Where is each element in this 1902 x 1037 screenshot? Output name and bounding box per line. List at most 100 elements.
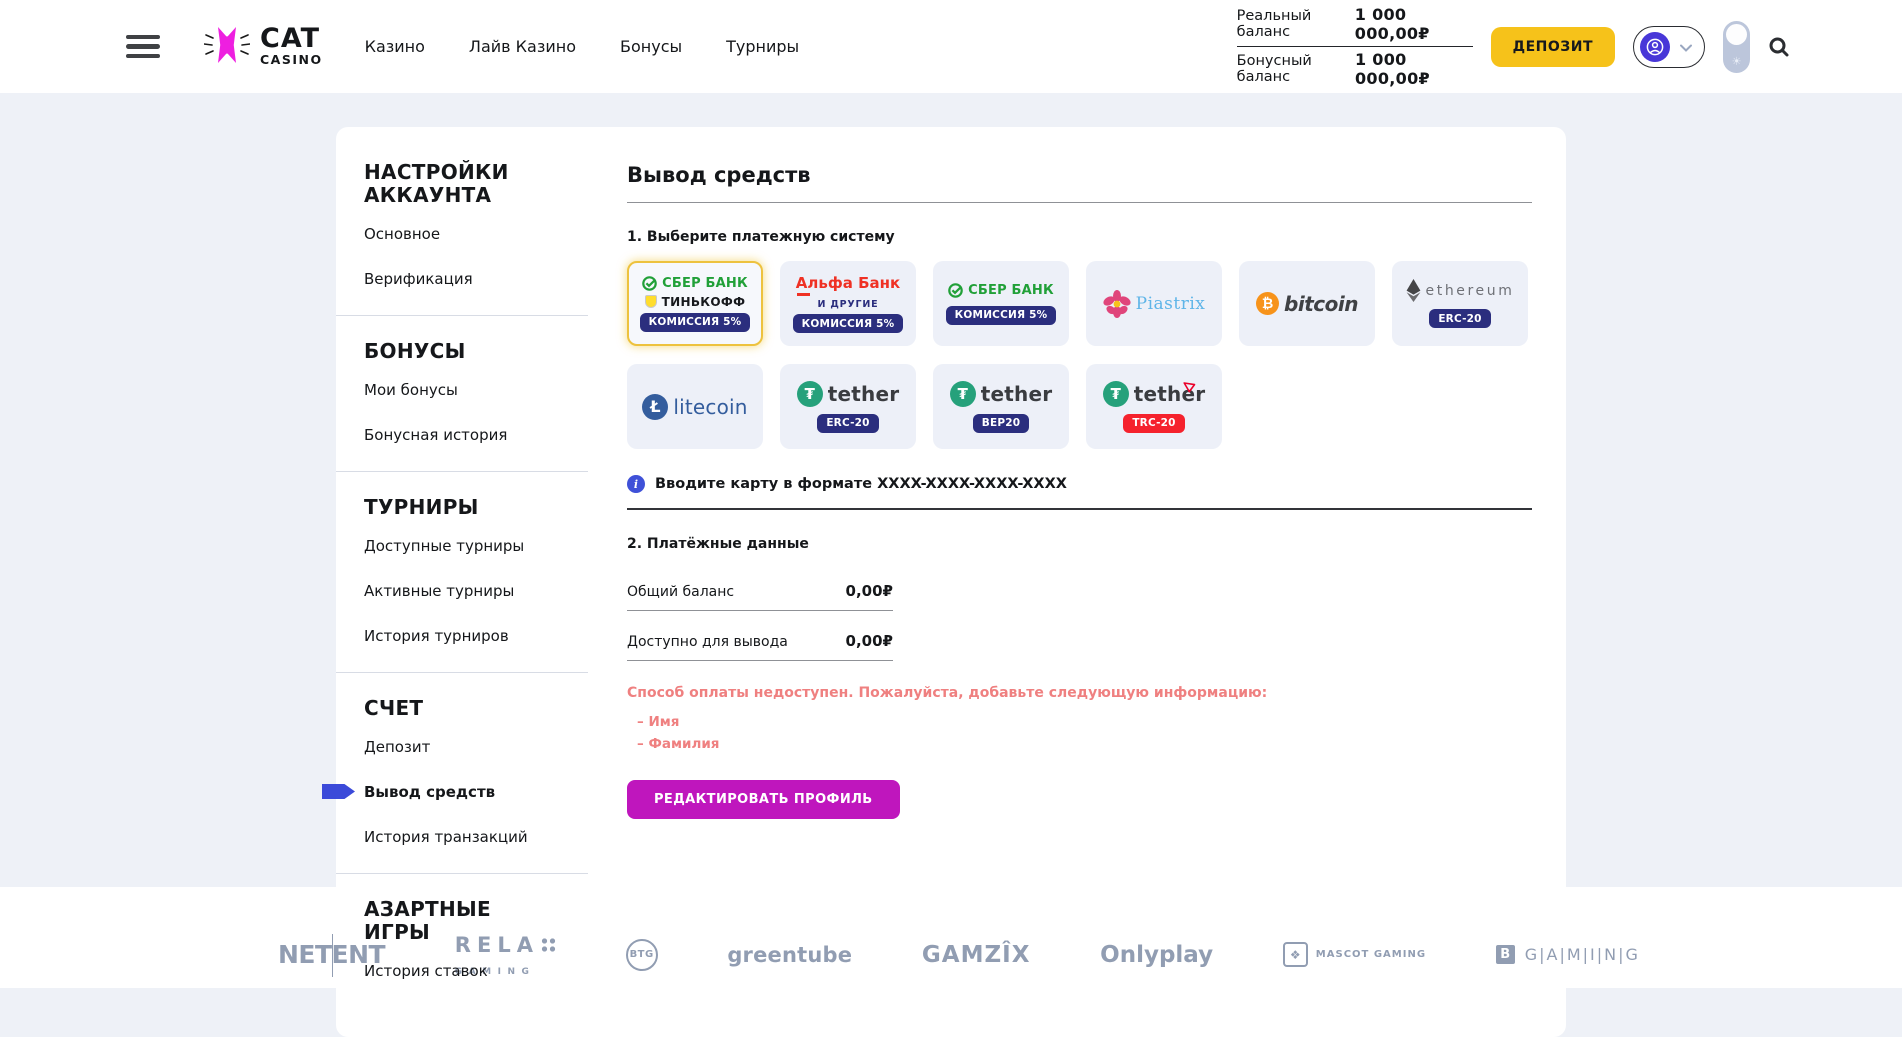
payment-card-sberbank[interactable]: СБЕР БАНК КОМИССИЯ 5% <box>933 261 1069 346</box>
payment-card-piastrix[interactable]: Piastrix <box>1086 261 1222 346</box>
sidebar-item-active-tournaments[interactable]: Активные турниры <box>364 582 590 600</box>
nav-item-bonuses[interactable]: Бонусы <box>620 37 682 56</box>
piastrix-flower-icon <box>1103 290 1131 318</box>
sidebar-item-available-tournaments[interactable]: Доступные турниры <box>364 537 590 555</box>
greentube-logo: greentube <box>727 943 852 967</box>
payment-card-sber-tinkoff[interactable]: СБЕР БАНК ТИНЬКОФФ КОМИССИЯ 5% <box>627 261 763 346</box>
header-right: Реальный баланс 1 000 000,00₽ Бонусный б… <box>1237 2 1790 91</box>
payment-balance-block: Общий баланс 0,00₽ Доступно для вывода 0… <box>627 582 893 661</box>
provider-bgaming[interactable]: B G|A|M|I|N|G <box>1496 945 1640 964</box>
title-divider <box>627 202 1532 203</box>
sidebar-item-bonus-history[interactable]: Бонусная история <box>364 426 590 444</box>
logo[interactable]: CAT CASINO <box>204 23 323 71</box>
provider-gamzix[interactable]: GAMZÎX <box>922 942 1031 968</box>
deposit-button[interactable]: ДЕПОЗИТ <box>1491 27 1615 67</box>
bitcoin-label: bitcoin <box>1284 292 1358 316</box>
total-balance-value: 0,00₽ <box>846 582 893 600</box>
hamburger-menu-icon[interactable] <box>126 35 160 59</box>
sidebar-section-title-account: СЧЕТ <box>364 697 554 720</box>
sidebar-item-deposit[interactable]: Депозит <box>364 738 590 756</box>
provider-netent[interactable]: NETENT <box>278 940 385 969</box>
onlyplay-logo: Onlyplay <box>1100 942 1213 968</box>
payment-card-litecoin[interactable]: Ł litecoin <box>627 364 763 449</box>
sber-icon <box>642 276 657 291</box>
section-divider <box>627 508 1532 510</box>
tether-label: tether <box>828 382 900 406</box>
relax-logo-text: RELA <box>455 933 539 957</box>
available-balance-label: Доступно для вывода <box>627 634 788 650</box>
search-icon <box>1768 36 1790 58</box>
provider-onlyplay[interactable]: Onlyplay <box>1100 942 1213 968</box>
payment-card-ethereum[interactable]: ethereum ERC-20 <box>1392 261 1528 346</box>
relax-dots-icon <box>541 937 556 953</box>
sun-icon: ☀ <box>1723 55 1750 68</box>
nav-item-casino[interactable]: Казино <box>365 37 425 56</box>
payment-card-tether-bep20[interactable]: ₮ tether BEP20 <box>933 364 1069 449</box>
payment-card-alfa-bank[interactable]: Альфа Банк И ДРУГИЕ КОМИССИЯ 5% <box>780 261 916 346</box>
network-badge: TRC-20 <box>1123 414 1184 433</box>
theme-toggle[interactable]: ☀ <box>1723 21 1750 73</box>
step1-label: 1. Выберите платежную систему <box>627 229 1532 245</box>
edit-profile-button[interactable]: РЕДАКТИРОВАТЬ ПРОФИЛЬ <box>627 780 900 819</box>
nav-item-live-casino[interactable]: Лайв Казино <box>469 37 576 56</box>
litecoin-label: litecoin <box>673 395 747 419</box>
bonus-balance-row: Бонусный баланс 1 000 000,00₽ <box>1237 47 1473 91</box>
warning-text: Способ оплаты недоступен. Пожалуйста, до… <box>627 685 1532 701</box>
bgaming-b-icon: B <box>1496 945 1515 964</box>
main-area: НАСТРОЙКИ АККАУНТА Основное Верификация … <box>0 127 1902 887</box>
header: CAT CASINO Казино Лайв Казино Бонусы Тур… <box>0 0 1902 93</box>
total-balance-label: Общий баланс <box>627 584 734 600</box>
provider-greentube[interactable]: greentube <box>727 943 852 967</box>
alfa-bank-label: Альфа Банк <box>796 274 900 292</box>
provider-mascot-gaming[interactable]: ❖ MASCOT GAMING <box>1283 942 1426 967</box>
provider-btg[interactable]: BTG <box>626 939 658 971</box>
search-button[interactable] <box>1768 36 1790 58</box>
piastrix-label: Piastrix <box>1136 294 1206 314</box>
sidebar-item-bet-history[interactable]: История ставок <box>364 962 590 980</box>
account-menu[interactable] <box>1633 26 1705 68</box>
ethereum-icon <box>1406 279 1421 302</box>
mascot-gaming-logo: MASCOT GAMING <box>1316 949 1426 960</box>
chevron-down-icon <box>1680 37 1692 56</box>
sidebar-item-withdrawal[interactable]: Вывод средств <box>364 783 590 801</box>
logo-text-cat: CAT <box>260 26 323 52</box>
main-nav: Казино Лайв Казино Бонусы Турниры <box>365 37 800 56</box>
tinkoff-label: ТИНЬКОФФ <box>662 295 746 309</box>
sidebar-item-transaction-history[interactable]: История транзакций <box>364 828 590 846</box>
sidebar-divider <box>336 315 588 316</box>
commission-badge: КОМИССИЯ 5% <box>793 314 904 333</box>
active-item-arrow-icon <box>322 784 355 799</box>
ethereum-label: ethereum <box>1426 283 1515 299</box>
network-badge: BEP20 <box>973 414 1029 433</box>
btg-logo: BTG <box>626 939 658 971</box>
sidebar-item-tournament-history[interactable]: История турниров <box>364 627 590 645</box>
sidebar-item-verification[interactable]: Верификация <box>364 270 590 288</box>
sber-icon <box>948 283 963 298</box>
bonus-balance-label: Бонусный баланс <box>1237 53 1355 85</box>
total-balance-row: Общий баланс 0,00₽ <box>627 582 893 611</box>
tron-icon <box>1183 378 1196 397</box>
commission-badge: КОМИССИЯ 5% <box>640 313 751 332</box>
sidebar-item-main[interactable]: Основное <box>364 225 590 243</box>
toggle-knob <box>1726 24 1747 45</box>
sidebar-divider <box>336 471 588 472</box>
payment-card-tether-erc20[interactable]: ₮ tether ERC-20 <box>780 364 916 449</box>
tether-label: tether <box>981 382 1053 406</box>
sidebar-section-title-settings: НАСТРОЙКИ АККАУНТА <box>364 161 554 207</box>
payment-card-tether-trc20[interactable]: ₮ tether TRC-20 <box>1086 364 1222 449</box>
real-balance-label: Реальный баланс <box>1237 8 1355 40</box>
page-title: Вывод средств <box>627 163 1532 187</box>
bitcoin-icon: ₿ <box>1256 292 1279 315</box>
available-balance-value: 0,00₽ <box>846 632 893 650</box>
commission-badge: КОМИССИЯ 5% <box>946 306 1057 325</box>
balance-block: Реальный баланс 1 000 000,00₽ Бонусный б… <box>1237 2 1473 91</box>
nav-item-tournaments[interactable]: Турниры <box>726 37 799 56</box>
missing-fields-list: Имя Фамилия <box>627 714 1532 752</box>
netent-logo: NETENT <box>278 940 385 969</box>
avatar <box>1640 32 1670 62</box>
payment-unavailable-warning: Способ оплаты недоступен. Пожалуйста, до… <box>627 685 1532 752</box>
logo-text-casino: CASINO <box>260 52 323 67</box>
sidebar-item-my-bonuses[interactable]: Мои бонусы <box>364 381 590 399</box>
gamzix-logo: GAMZÎX <box>922 942 1031 968</box>
payment-card-bitcoin[interactable]: ₿ bitcoin <box>1239 261 1375 346</box>
